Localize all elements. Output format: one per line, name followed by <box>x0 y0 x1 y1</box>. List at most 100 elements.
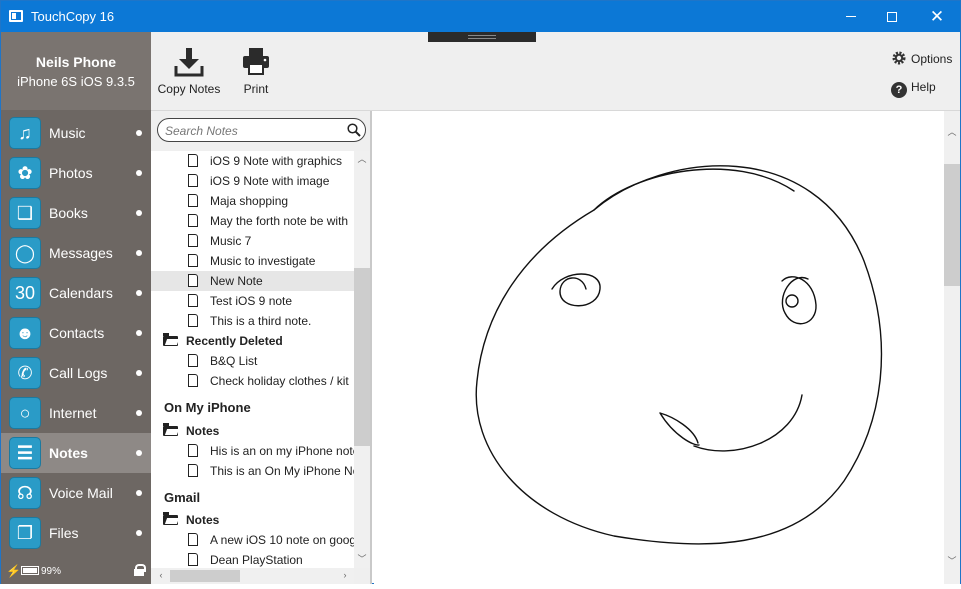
device-status: ⚡ 99% <box>1 558 151 584</box>
sidebar-item-label: Call Logs <box>49 365 108 381</box>
note-item[interactable]: Dean PlayStation <box>151 550 354 568</box>
note-item[interactable]: A new iOS 10 note on google <box>151 530 354 550</box>
sidebar-item-photos[interactable]: ✿ Photos <box>1 153 151 193</box>
app-window: TouchCopy 16 ✕ Neils Phone iPhone 6S iOS… <box>0 0 961 584</box>
note-icon <box>188 374 198 387</box>
note-icon <box>188 154 198 167</box>
note-icon <box>188 254 198 267</box>
search-box <box>157 118 366 142</box>
note-icon <box>188 174 198 187</box>
note-item-selected[interactable]: New Note <box>151 271 354 291</box>
print-label: Print <box>243 82 269 96</box>
help-icon: ? <box>891 82 907 98</box>
search-icon[interactable] <box>347 123 361 137</box>
scroll-down-icon[interactable]: ﹀ <box>354 552 370 565</box>
scroll-up-icon[interactable]: ︿ <box>354 152 370 165</box>
scroll-left-icon[interactable]: ‹ <box>153 570 169 580</box>
toolbar-grip[interactable] <box>428 32 536 42</box>
sidebar-item-label: Music <box>49 125 86 141</box>
sidebar-item-calendars[interactable]: 30 Calendars <box>1 273 151 313</box>
sidebar-item-internet[interactable]: ○ Internet <box>1 393 151 433</box>
help-label: Help <box>911 80 936 94</box>
sidebar-item-voice-mail[interactable]: ☊ Voice Mail <box>1 473 151 513</box>
note-item[interactable]: Maja shopping <box>151 191 354 211</box>
contacts-icon: ☻ <box>9 317 41 349</box>
account-heading-gmail: Gmail <box>164 490 201 505</box>
note-item[interactable]: Check holiday clothes / kit <box>151 371 354 391</box>
note-icon <box>188 444 198 457</box>
device-header[interactable]: Neils Phone iPhone 6S iOS 9.3.5 <box>1 32 151 110</box>
folder-recently-deleted[interactable]: Recently Deleted <box>151 331 354 351</box>
sidebar-item-call-logs[interactable]: ✆ Call Logs <box>1 353 151 393</box>
note-item[interactable]: Music to investigate <box>151 251 354 271</box>
note-item[interactable]: This is a third note. <box>151 311 354 331</box>
sidebar-item-label: Photos <box>49 165 93 181</box>
copy-notes-button[interactable]: Copy Notes <box>153 32 225 111</box>
device-model: iPhone 6S iOS 9.3.5 <box>17 74 135 89</box>
print-button[interactable]: Print <box>231 32 281 111</box>
note-item[interactable]: May the forth note be with <box>151 211 354 231</box>
books-icon: ❑ <box>9 197 41 229</box>
scroll-thumb[interactable] <box>170 570 240 582</box>
scroll-thumb[interactable] <box>944 164 960 286</box>
scroll-thumb[interactable] <box>354 268 370 446</box>
options-button[interactable]: Options <box>891 50 952 66</box>
preview-vertical-scrollbar[interactable]: ︿ ﹀ <box>944 111 960 584</box>
note-icon <box>188 533 198 546</box>
voice-mail-icon: ☊ <box>9 477 41 509</box>
note-item[interactable]: iOS 9 Note with image <box>151 171 354 191</box>
notes-tree: iOS 9 Note with graphics iOS 9 Note with… <box>151 151 354 568</box>
folder-notes[interactable]: Notes <box>151 510 354 530</box>
indicator-dot-icon <box>136 330 142 336</box>
note-item[interactable]: Music 7 <box>151 231 354 251</box>
battery-icon <box>21 566 39 575</box>
sidebar-item-contacts[interactable]: ☻ Contacts <box>1 313 151 353</box>
folder-notes[interactable]: Notes <box>151 421 354 441</box>
sidebar-item-messages[interactable]: ◯ Messages <box>1 233 151 273</box>
device-sidebar: Neils Phone iPhone 6S iOS 9.3.5 ♫ Music ✿ P… <box>1 32 151 584</box>
sidebar-item-notes[interactable]: ☰ Notes <box>1 433 151 473</box>
note-item[interactable]: Test iOS 9 note <box>151 291 354 311</box>
indicator-dot-icon <box>136 490 142 496</box>
copy-notes-label: Copy Notes <box>157 82 221 96</box>
note-drawing <box>475 165 883 545</box>
scroll-right-icon[interactable]: › <box>337 570 353 580</box>
folder-icon <box>163 423 178 436</box>
indicator-dot-icon <box>136 210 142 216</box>
app-icon <box>9 10 23 22</box>
help-button[interactable]: ? Help <box>891 80 936 98</box>
sidebar-item-music[interactable]: ♫ Music <box>1 113 151 153</box>
sidebar-item-label: Books <box>49 205 88 221</box>
files-icon: ❐ <box>9 517 41 549</box>
notes-list-panel: iOS 9 Note with graphics iOS 9 Note with… <box>151 111 372 584</box>
internet-icon: ○ <box>9 397 41 429</box>
note-item[interactable]: B&Q List <box>151 351 354 371</box>
note-icon <box>188 314 198 327</box>
lock-icon[interactable] <box>133 564 146 576</box>
search-input[interactable] <box>165 123 335 138</box>
calendars-icon: 30 <box>9 277 41 309</box>
account-heading-on-my-iphone: On My iPhone <box>164 400 251 415</box>
sidebar-item-label: Internet <box>49 405 97 421</box>
photos-icon: ✿ <box>9 157 41 189</box>
close-button[interactable]: ✕ <box>914 1 960 32</box>
note-preview: ︿ ﹀ <box>374 111 960 584</box>
sidebar-nav: ♫ Music ✿ Photos ❑ Books ◯ Messages 30 Calendars ☻… <box>1 113 151 553</box>
maximize-icon <box>887 11 897 22</box>
minimize-button[interactable] <box>828 1 874 32</box>
note-item[interactable]: This is an On My iPhone Note <box>151 461 354 481</box>
note-icon <box>188 194 198 207</box>
indicator-dot-icon <box>136 370 142 376</box>
note-item[interactable]: His is an on my iPhone note <box>151 441 354 461</box>
note-icon <box>188 234 198 247</box>
maximize-button[interactable] <box>869 1 915 32</box>
notes-vertical-scrollbar[interactable]: ︿ ﹀ <box>354 151 370 568</box>
scroll-down-icon[interactable]: ﹀ <box>944 554 960 567</box>
sidebar-item-books[interactable]: ❑ Books <box>1 193 151 233</box>
sidebar-item-label: Files <box>49 525 79 541</box>
sidebar-item-files[interactable]: ❐ Files <box>1 513 151 553</box>
note-icon <box>188 464 198 477</box>
note-item[interactable]: iOS 9 Note with graphics <box>151 151 354 171</box>
notes-horizontal-scrollbar[interactable]: ‹ › <box>151 568 354 584</box>
scroll-up-icon[interactable]: ︿ <box>944 125 960 138</box>
